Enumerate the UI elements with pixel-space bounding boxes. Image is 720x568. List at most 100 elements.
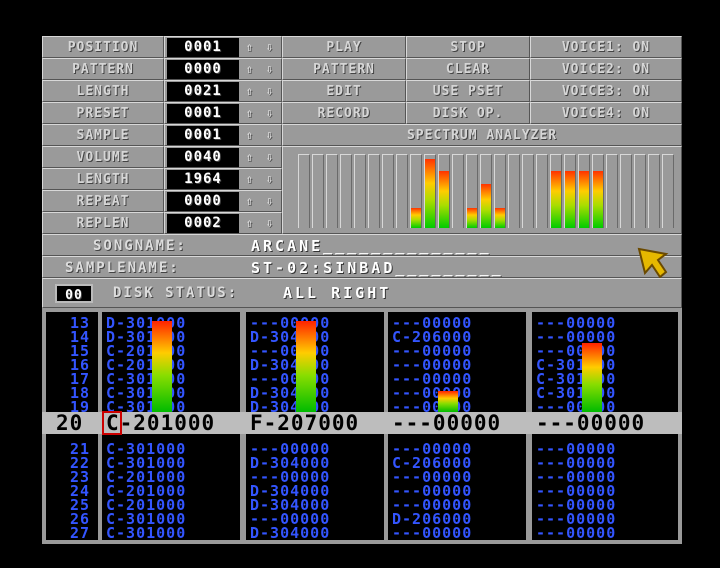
field-box: 0000 ⇧ ⇩ xyxy=(164,190,282,212)
pattern-editor[interactable]: 13 14 15 16 17 18 19 21 22 23 24 25 26 27 D-301000 D-30… xyxy=(42,308,682,544)
stop-button[interactable]: STOP xyxy=(406,36,530,58)
vu-meter xyxy=(438,391,458,412)
up-arrow-icon[interactable]: ⇧ xyxy=(241,37,259,57)
samplename-label: SAMPLENAME: xyxy=(65,260,180,276)
use-pset-button[interactable]: USE PSET xyxy=(406,80,530,102)
spectrum-bar xyxy=(578,154,590,228)
up-arrow-icon[interactable]: ⇧ xyxy=(241,103,259,123)
spectrum-level xyxy=(579,171,589,228)
spectrum-level xyxy=(495,207,505,228)
note-cell[interactable]: ---00000 xyxy=(532,526,678,541)
pattern-button[interactable]: PATTERN xyxy=(282,58,406,80)
up-arrow-icon[interactable]: ⇧ xyxy=(241,169,259,189)
down-arrow-icon[interactable]: ⇩ xyxy=(261,125,279,145)
spectrum-bar xyxy=(354,154,366,228)
play-button[interactable]: PLAY xyxy=(282,36,406,58)
down-arrow-icon[interactable]: ⇩ xyxy=(261,191,279,211)
down-arrow-icon[interactable]: ⇩ xyxy=(261,103,279,123)
up-arrow-icon[interactable]: ⇧ xyxy=(241,213,259,233)
spectrum-bar xyxy=(494,154,506,228)
current-note-cell[interactable]: F-207000 xyxy=(250,412,359,434)
current-note-cell[interactable]: C-201000 xyxy=(106,412,215,434)
voice2-on-button[interactable]: VOICE2: ON xyxy=(530,58,682,80)
field-box: 0021 ⇧ ⇩ xyxy=(164,80,282,102)
samplename-row[interactable]: SAMPLENAME: ST-02:SINBAD_________ xyxy=(42,256,682,278)
field-value-position[interactable]: 0001 xyxy=(167,38,239,57)
row-number: 27 xyxy=(69,524,90,542)
current-note-cell[interactable]: ---00000 xyxy=(392,412,501,434)
spectrum-bar xyxy=(410,154,422,228)
clear-button[interactable]: CLEAR xyxy=(406,58,530,80)
vu-meter xyxy=(582,343,602,412)
spectrum-bar xyxy=(606,154,618,228)
spectrum-bar xyxy=(298,154,310,228)
spectrum-level xyxy=(439,171,449,228)
up-arrow-icon[interactable]: ⇧ xyxy=(241,81,259,101)
songname-value[interactable]: ARCANE______________ xyxy=(251,236,492,255)
spectrum-level xyxy=(551,171,561,228)
spectrum-bar xyxy=(648,154,660,228)
note-cell[interactable]: D-304000 xyxy=(246,526,384,541)
down-arrow-icon[interactable]: ⇩ xyxy=(261,147,279,167)
up-arrow-icon[interactable]: ⇧ xyxy=(241,191,259,211)
spectrum-bar xyxy=(382,154,394,228)
up-arrow-icon[interactable]: ⇧ xyxy=(241,125,259,145)
field-value-repeat[interactable]: 0000 xyxy=(167,192,239,211)
spectrum-bar xyxy=(592,154,604,228)
field-label-replen: REPLEN xyxy=(42,212,164,234)
up-arrow-icon[interactable]: ⇧ xyxy=(241,147,259,167)
spectrum-bar xyxy=(438,154,450,228)
current-row: 20 C-201000 F-207000 ---00000 ---00000 xyxy=(42,412,682,434)
spectrum-bar xyxy=(620,154,632,228)
field-value-preset[interactable]: 0001 xyxy=(167,104,239,123)
note-cell[interactable]: ---00000 xyxy=(388,526,526,541)
field-value-replen[interactable]: 0002 xyxy=(167,214,239,233)
field-value-length[interactable]: 0021 xyxy=(167,82,239,101)
spectrum-bar xyxy=(326,154,338,228)
disk-status-row: 00 DISK STATUS: ALL RIGHT xyxy=(42,278,682,308)
spectrum-level xyxy=(593,171,603,228)
songname-label: SONGNAME: xyxy=(93,238,187,254)
field-label-preset: PRESET xyxy=(42,102,164,124)
record-button[interactable]: RECORD xyxy=(282,102,406,124)
voice4-on-button[interactable]: VOICE4: ON xyxy=(530,102,682,124)
edit-button[interactable]: EDIT xyxy=(282,80,406,102)
field-label-sample: SAMPLE xyxy=(42,124,164,146)
field-label-repeat: REPEAT xyxy=(42,190,164,212)
current-note-cell[interactable]: ---00000 xyxy=(536,412,645,434)
field-box: 0000 ⇧ ⇩ xyxy=(164,58,282,80)
samplename-value[interactable]: ST-02:SINBAD_________ xyxy=(251,258,504,277)
field-box: 0001 ⇧ ⇩ xyxy=(164,36,282,58)
field-value-volume[interactable]: 0040 xyxy=(167,148,239,167)
songname-row[interactable]: SONGNAME: ARCANE______________ xyxy=(42,234,682,256)
voice3-on-button[interactable]: VOICE3: ON xyxy=(530,80,682,102)
down-arrow-icon[interactable]: ⇩ xyxy=(261,37,279,57)
spectrum-analyzer xyxy=(298,148,680,230)
down-arrow-icon[interactable]: ⇩ xyxy=(261,81,279,101)
down-arrow-icon[interactable]: ⇩ xyxy=(261,59,279,79)
field-box: 0001 ⇧ ⇩ xyxy=(164,102,282,124)
field-label-pattern: PATTERN xyxy=(42,58,164,80)
vu-meter xyxy=(152,321,172,412)
spectrum-bar xyxy=(368,154,380,228)
field-value-sample[interactable]: 0001 xyxy=(167,126,239,145)
field-value-length[interactable]: 1964 xyxy=(167,170,239,189)
up-arrow-icon[interactable]: ⇧ xyxy=(241,59,259,79)
voice1-on-button[interactable]: VOICE1: ON xyxy=(530,36,682,58)
down-arrow-icon[interactable]: ⇩ xyxy=(261,213,279,233)
mouse-pointer-icon xyxy=(637,247,669,279)
tracker-screen: POSITION 0001 ⇧ ⇩ PATTERN 0000 ⇧ ⇩ LENGTH 0021 ⇧ ⇩ P… xyxy=(42,36,682,544)
spectrum-bar xyxy=(466,154,478,228)
field-label-length: LENGTH xyxy=(42,168,164,190)
field-box: 0040 ⇧ ⇩ xyxy=(164,146,282,168)
field-label-position: POSITION xyxy=(42,36,164,58)
field-value-pattern[interactable]: 0000 xyxy=(167,60,239,79)
spectrum-level xyxy=(565,171,575,228)
field-label-volume: VOLUME xyxy=(42,146,164,168)
current-row-number: 20 xyxy=(56,411,84,435)
spectrum-bar xyxy=(536,154,548,228)
down-arrow-icon[interactable]: ⇩ xyxy=(261,169,279,189)
field-box: 0001 ⇧ ⇩ xyxy=(164,124,282,146)
disk-op-button[interactable]: DISK OP. xyxy=(406,102,530,124)
note-cell[interactable]: C-301000 xyxy=(102,526,240,541)
